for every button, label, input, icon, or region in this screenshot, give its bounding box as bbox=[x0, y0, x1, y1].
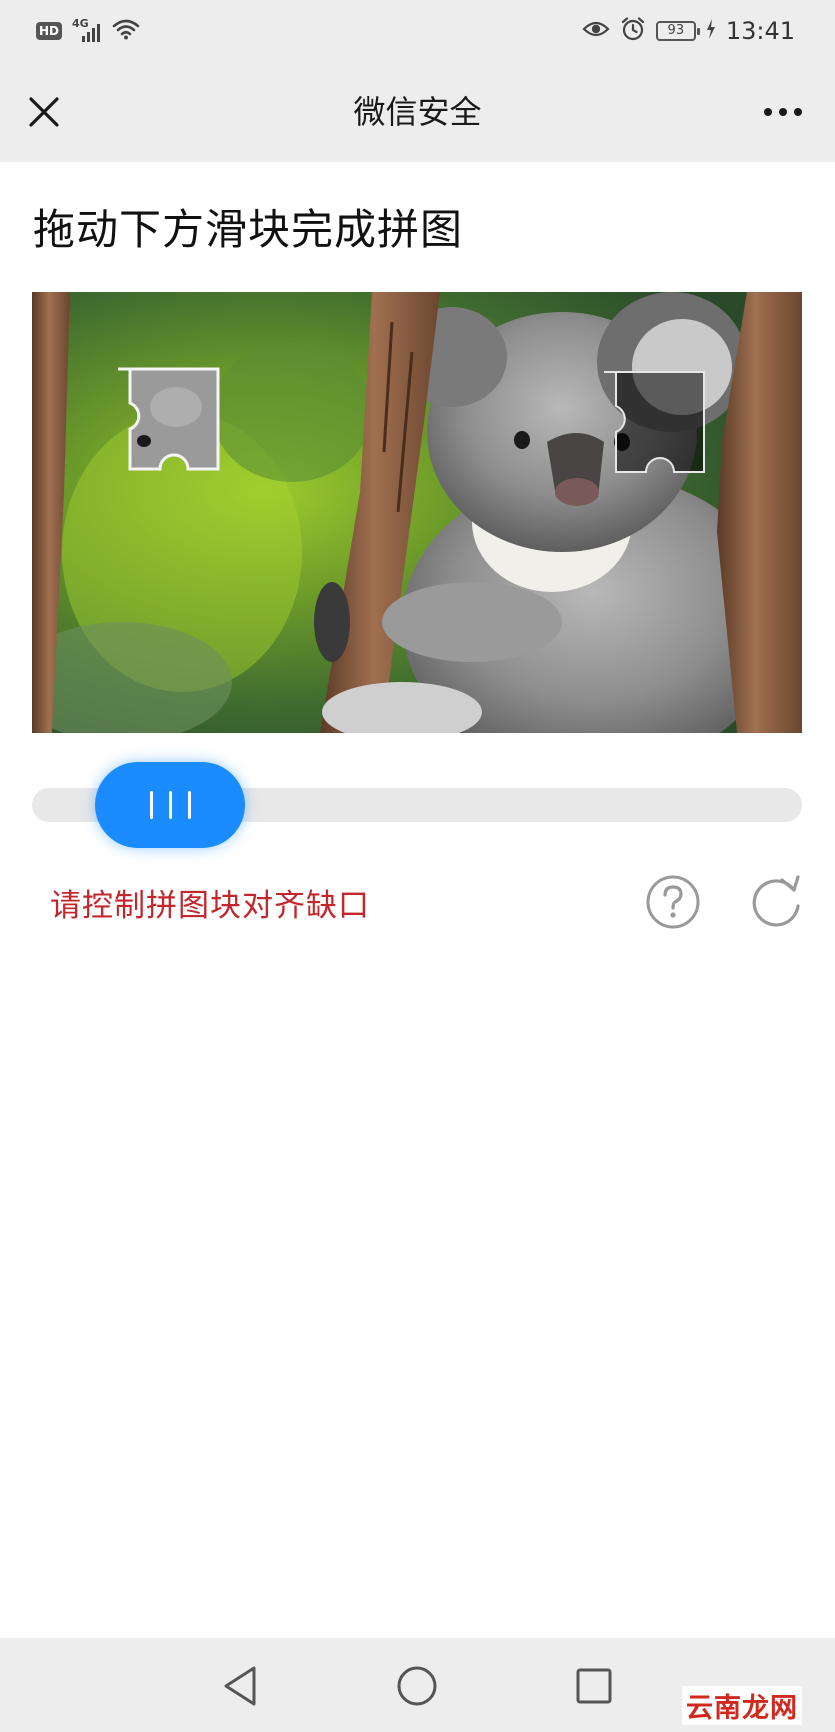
page-title: 微信安全 bbox=[353, 93, 482, 131]
instruction-heading: 拖动下方滑块完成拼图 bbox=[33, 205, 464, 254]
help-icon bbox=[646, 875, 700, 929]
help-button[interactable] bbox=[645, 874, 701, 930]
close-button[interactable] bbox=[22, 90, 66, 134]
screen: HD 4G 93 13:41 微信安全 拖动下方滑块完成拼图 请控制拼图块对齐缺… bbox=[0, 0, 835, 1732]
puzzle-gap bbox=[604, 371, 705, 473]
hd-icon: HD bbox=[36, 22, 63, 40]
charging-icon bbox=[706, 19, 716, 43]
status-bar: HD 4G 93 13:41 bbox=[0, 0, 835, 62]
wifi-icon bbox=[112, 18, 140, 44]
eye-icon bbox=[582, 19, 610, 43]
home-icon bbox=[397, 1666, 437, 1706]
recents-icon bbox=[576, 1668, 612, 1704]
home-button[interactable] bbox=[387, 1656, 447, 1716]
grip-icon bbox=[149, 791, 153, 819]
captcha-image bbox=[32, 292, 802, 733]
status-left: HD 4G bbox=[36, 16, 140, 46]
watermark-logo: 云南龙网 bbox=[682, 1686, 802, 1725]
slider-handle[interactable] bbox=[95, 762, 245, 848]
alarm-icon bbox=[620, 16, 646, 46]
refresh-button[interactable] bbox=[748, 874, 804, 930]
close-icon bbox=[29, 97, 59, 127]
hint-text: 请控制拼图块对齐缺口 bbox=[50, 888, 370, 924]
more-icon bbox=[764, 108, 772, 116]
signal-icon: 4G bbox=[72, 17, 102, 44]
back-button[interactable] bbox=[210, 1656, 270, 1716]
puzzle-piece bbox=[118, 367, 220, 471]
more-button[interactable] bbox=[753, 92, 813, 132]
back-icon bbox=[224, 1666, 256, 1706]
recents-button[interactable] bbox=[564, 1656, 624, 1716]
battery-icon: 93 bbox=[655, 21, 700, 41]
clock: 13:41 bbox=[725, 17, 795, 45]
status-right: 93 13:41 bbox=[582, 14, 795, 48]
nav-bar: 微信安全 bbox=[0, 62, 835, 162]
refresh-icon bbox=[752, 875, 800, 927]
